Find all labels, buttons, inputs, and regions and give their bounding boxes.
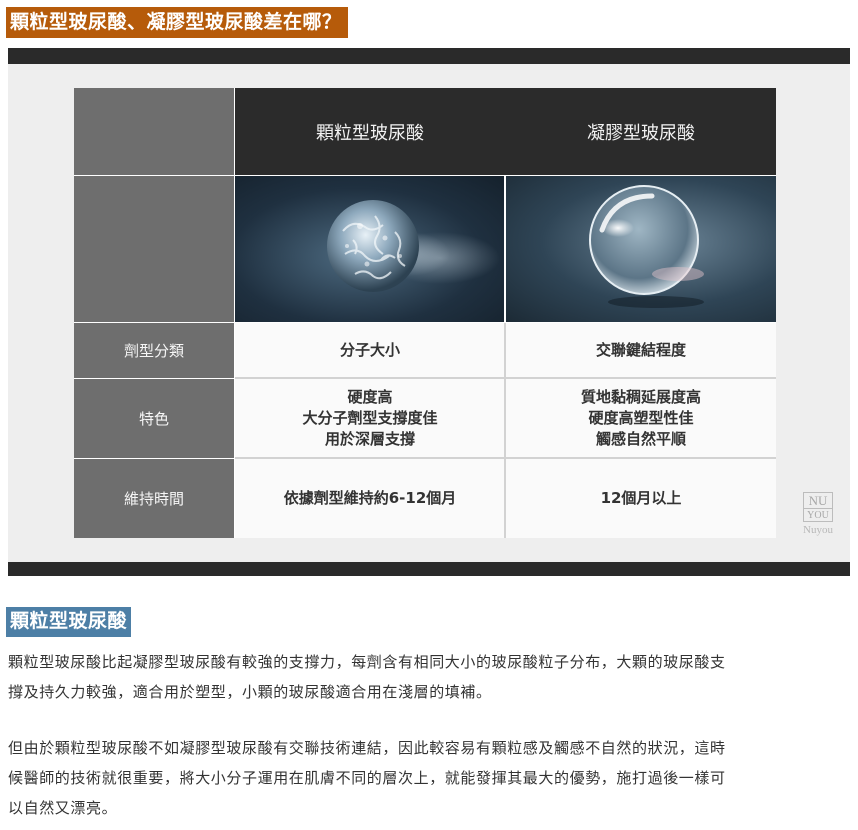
cell-granular-features: 硬度高 大分子劑型支撐度佳 用於深層支撐: [235, 379, 505, 458]
cell-granular-duration: 依據劑型維持約6-12個月: [235, 459, 505, 538]
table-divider: [504, 323, 506, 538]
cell-text: 交聯鍵結程度: [595, 341, 686, 359]
row-header-features: 特色: [74, 379, 234, 458]
paragraph-granular-intro: 顆粒型玻尿酸比起凝膠型玻尿酸有較強的支撐力，每劑含有相同大小的玻尿酸粒子分布，大…: [8, 647, 854, 707]
cell-text-line: 用於深層支撐: [324, 430, 415, 448]
table-corner-cell: [74, 88, 234, 175]
logo-mark-top: NU: [808, 493, 828, 508]
section-heading-granular: 顆粒型玻尿酸: [6, 607, 132, 637]
granular-ball-illustration: [327, 200, 500, 292]
gel-drop-illustration: [589, 185, 704, 308]
cell-gel-duration: 12個月以上: [506, 459, 776, 538]
comparison-figure: 顆粒型玻尿酸 凝膠型玻尿酸 劑型分類 特色 維持時間 分子大小 交聯鍵結程度 硬…: [8, 48, 850, 576]
logo-mark-bottom: YOU: [804, 508, 832, 523]
table-image-row-header: [74, 176, 234, 322]
cell-text: 分子大小: [339, 341, 400, 359]
logo-mark: NU YOU: [803, 492, 833, 522]
cell-text-line: 大分子劑型支撐度佳: [302, 409, 438, 427]
col-header-granular: 顆粒型玻尿酸: [235, 88, 505, 175]
cell-text: 依據劑型維持約6-12個月: [283, 489, 457, 507]
cell-text-line: 硬度高: [347, 388, 393, 406]
nuyou-logo: NU YOU Nuyou: [797, 492, 839, 536]
cell-text: 12個月以上: [600, 489, 682, 507]
row-header-duration: 維持時間: [74, 459, 234, 538]
cell-text-line: 觸感自然平順: [595, 430, 686, 448]
paragraph-line: 但由於顆粒型玻尿酸不如凝膠型玻尿酸有交聯技術連結，因此較容易有顆粒感及觸感不自然…: [8, 739, 726, 757]
cell-text-line: 質地黏稠延展度高: [580, 388, 701, 406]
paragraph-line: 撐及持久力較強，適合用於塑型，小顆的玻尿酸適合用在淺層的填補。: [8, 683, 492, 701]
row-header-dosage-type: 劑型分類: [74, 323, 234, 378]
paragraph-line: 以自然又漂亮。: [8, 799, 118, 817]
granular-hyaluronic-image: [235, 176, 504, 322]
col-header-gel: 凝膠型玻尿酸: [506, 88, 776, 175]
paragraph-line: 候醫師的技術就很重要，將大小分子運用在肌膚不同的層次上，就能發揮其最大的優勢，施…: [8, 769, 726, 787]
paragraph-line: 顆粒型玻尿酸比起凝膠型玻尿酸有較強的支撐力，每劑含有相同大小的玻尿酸粒子分布，大…: [8, 653, 726, 671]
paragraph-granular-caveat: 但由於顆粒型玻尿酸不如凝膠型玻尿酸有交聯技術連結，因此較容易有顆粒感及觸感不自然…: [8, 733, 854, 823]
comparison-table: 顆粒型玻尿酸 凝膠型玻尿酸 劑型分類 特色 維持時間 分子大小 交聯鍵結程度 硬…: [74, 88, 776, 538]
cell-granular-dosage: 分子大小: [235, 323, 505, 378]
gel-hyaluronic-image: [506, 176, 776, 322]
section-heading-comparison: 顆粒型玻尿酸、凝膠型玻尿酸差在哪？: [6, 7, 348, 38]
logo-name: Nuyou: [803, 524, 833, 536]
cell-text-line: 硬度高塑型性佳: [588, 409, 694, 427]
cell-gel-features: 質地黏稠延展度高 硬度高塑型性佳 觸感自然平順: [506, 379, 776, 458]
cell-gel-dosage: 交聯鍵結程度: [506, 323, 776, 378]
